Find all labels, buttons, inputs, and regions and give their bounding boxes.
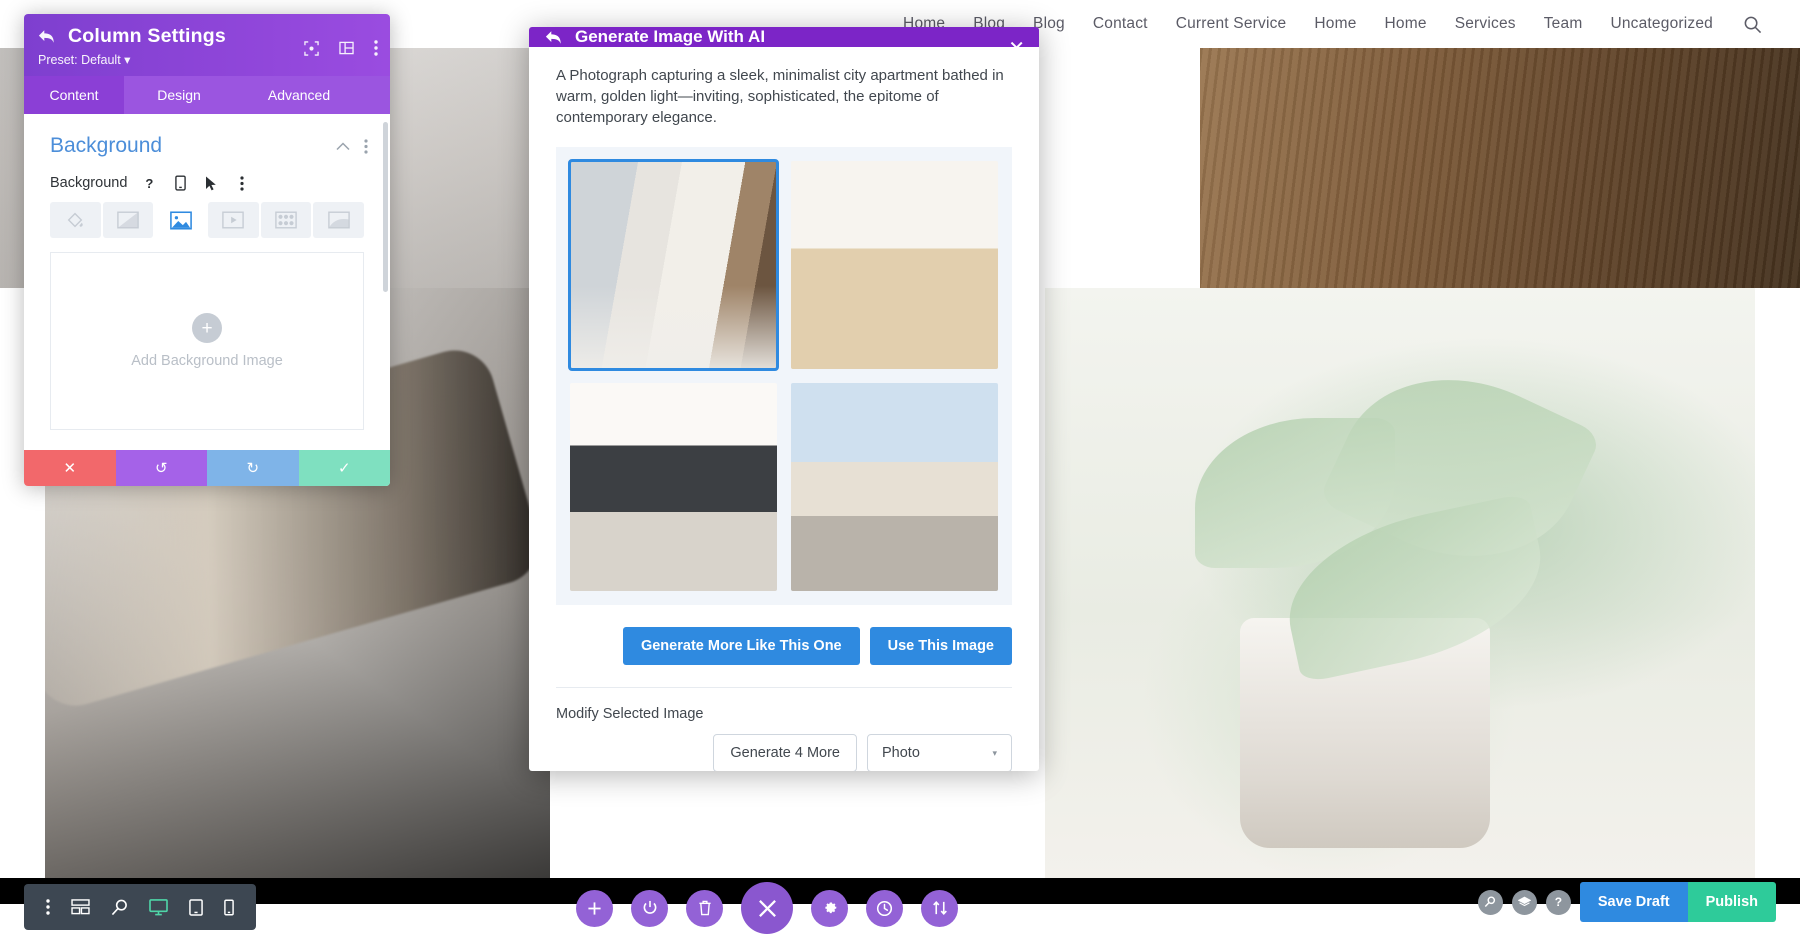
modify-controls-row: Generate 4 More Photo ▾ — [529, 722, 1039, 771]
style-select[interactable]: Photo ▾ — [867, 734, 1012, 771]
history-button[interactable] — [866, 889, 903, 927]
builder-main-toolbar — [576, 882, 958, 934]
preset-selector[interactable]: Preset: Default ▾ — [38, 52, 376, 67]
field-more-icon[interactable] — [233, 174, 251, 192]
ai-image-result-2[interactable] — [791, 161, 998, 369]
publish-button[interactable]: Publish — [1687, 882, 1776, 922]
background-video-tab[interactable] — [208, 202, 259, 238]
layers-button[interactable] — [1511, 889, 1537, 915]
modify-selected-image-label: Modify Selected Image — [556, 706, 704, 722]
cancel-button[interactable]: ✕ — [24, 450, 116, 486]
chevron-up-icon[interactable] — [336, 141, 350, 151]
section-image-right — [1045, 288, 1755, 878]
column-settings-header: Column Settings Preset: Default ▾ — [24, 14, 390, 76]
mobile-icon[interactable] — [171, 174, 189, 192]
background-mask-tab[interactable] — [313, 202, 365, 238]
ai-prompt-text: A Photograph capturing a sleek, minimali… — [556, 67, 1004, 126]
generate-image-with-ai-modal: Generate Image With AI ✕ A Photograph ca… — [529, 27, 1039, 771]
panel-title: Column Settings — [68, 25, 226, 47]
field-label: Background — [50, 175, 128, 191]
chevron-down-icon: ▾ — [124, 53, 131, 67]
background-section-header[interactable]: Background — [24, 114, 390, 158]
panel-scrollbar[interactable] — [383, 122, 388, 292]
generate-4-more-button[interactable]: Generate 4 More — [713, 734, 857, 771]
hero-image-right — [1200, 48, 1800, 288]
nav-item-6[interactable]: Home — [1371, 15, 1441, 33]
panel-tabs: Content Design Advanced — [24, 76, 390, 114]
search-button[interactable] — [1477, 889, 1503, 915]
cursor-icon[interactable] — [202, 174, 220, 192]
section-title: Background — [50, 134, 163, 157]
tab-advanced[interactable]: Advanced — [234, 76, 364, 114]
tab-design[interactable]: Design — [124, 76, 234, 114]
magnifier-icon[interactable] — [111, 899, 128, 916]
generate-more-like-this-one-button[interactable]: Generate More Like This One — [622, 627, 860, 665]
back-arrow-icon[interactable] — [38, 29, 56, 44]
portability-button[interactable] — [921, 889, 958, 927]
delete-button[interactable] — [686, 889, 723, 927]
ai-modal-header: Generate Image With AI ✕ — [529, 27, 1039, 59]
nav-item-4[interactable]: Current Service — [1162, 15, 1301, 33]
column-settings-panel: Column Settings Preset: Default ▾ Conten… — [24, 14, 390, 486]
save-button[interactable]: ✓ — [298, 450, 390, 486]
wireframe-icon[interactable] — [71, 899, 90, 915]
add-background-image-dropzone[interactable]: + Add Background Image — [50, 252, 364, 430]
toggle-builder-button[interactable] — [631, 889, 668, 927]
tablet-icon[interactable] — [188, 898, 203, 916]
builder-right-toolbar: ? Save Draft Publish — [1477, 882, 1776, 922]
preset-label: Preset: Default — [38, 53, 121, 67]
nav-item-9[interactable]: Uncategorized — [1596, 15, 1727, 33]
background-color-tab[interactable] — [50, 202, 101, 238]
section-more-icon[interactable] — [364, 138, 368, 154]
background-gradient-tab[interactable] — [102, 202, 154, 238]
tab-content[interactable]: Content — [24, 76, 124, 114]
ai-results-container — [556, 147, 1012, 605]
search-icon[interactable] — [1743, 15, 1762, 34]
ai-image-result-3[interactable] — [570, 383, 777, 591]
more-vertical-icon[interactable] — [46, 899, 51, 915]
ai-image-result-1[interactable] — [568, 159, 779, 371]
panel-body: Background Background ? + Add Background… — [24, 114, 390, 450]
nav-item-8[interactable]: Team — [1530, 15, 1597, 33]
save-draft-button[interactable]: Save Draft — [1579, 882, 1688, 922]
nav-item-3[interactable]: Contact — [1079, 15, 1162, 33]
close-menu-button[interactable] — [741, 882, 793, 934]
background-type-tabs — [24, 192, 390, 238]
settings-button[interactable] — [811, 889, 848, 927]
desktop-icon[interactable] — [149, 898, 168, 916]
ai-modal-title: Generate Image With AI — [575, 27, 766, 46]
close-icon[interactable]: ✕ — [1008, 39, 1025, 59]
builder-view-toolbar — [24, 884, 256, 930]
ai-results-grid — [568, 159, 998, 591]
ai-image-result-4[interactable] — [791, 383, 998, 591]
use-this-image-button[interactable]: Use This Image — [869, 627, 1012, 665]
add-module-button[interactable] — [576, 889, 613, 927]
style-select-value: Photo — [882, 745, 920, 761]
nav-item-5[interactable]: Home — [1300, 15, 1370, 33]
ai-action-buttons: Generate More Like This One Use This Ima… — [529, 605, 1039, 665]
chevron-down-icon: ▾ — [992, 747, 997, 758]
plus-icon: + — [192, 313, 222, 343]
help-button[interactable]: ? — [1545, 889, 1571, 915]
builder-screen: Remote Workspace arge Groups Home Blog B… — [0, 0, 1800, 942]
panel-footer: ✕ ↺ ↻ ✓ — [24, 450, 390, 486]
dropzone-label: Add Background Image — [131, 353, 283, 369]
undo-button[interactable]: ↺ — [115, 450, 207, 486]
back-arrow-icon[interactable] — [545, 30, 563, 45]
phone-icon[interactable] — [223, 899, 234, 916]
question-mark-icon[interactable]: ? — [140, 174, 158, 192]
nav-item-7[interactable]: Services — [1441, 15, 1530, 33]
background-field-row: Background ? — [24, 158, 390, 192]
background-pattern-tab[interactable] — [260, 202, 312, 238]
redo-button[interactable]: ↻ — [207, 450, 299, 486]
background-image-tab[interactable] — [155, 202, 207, 238]
